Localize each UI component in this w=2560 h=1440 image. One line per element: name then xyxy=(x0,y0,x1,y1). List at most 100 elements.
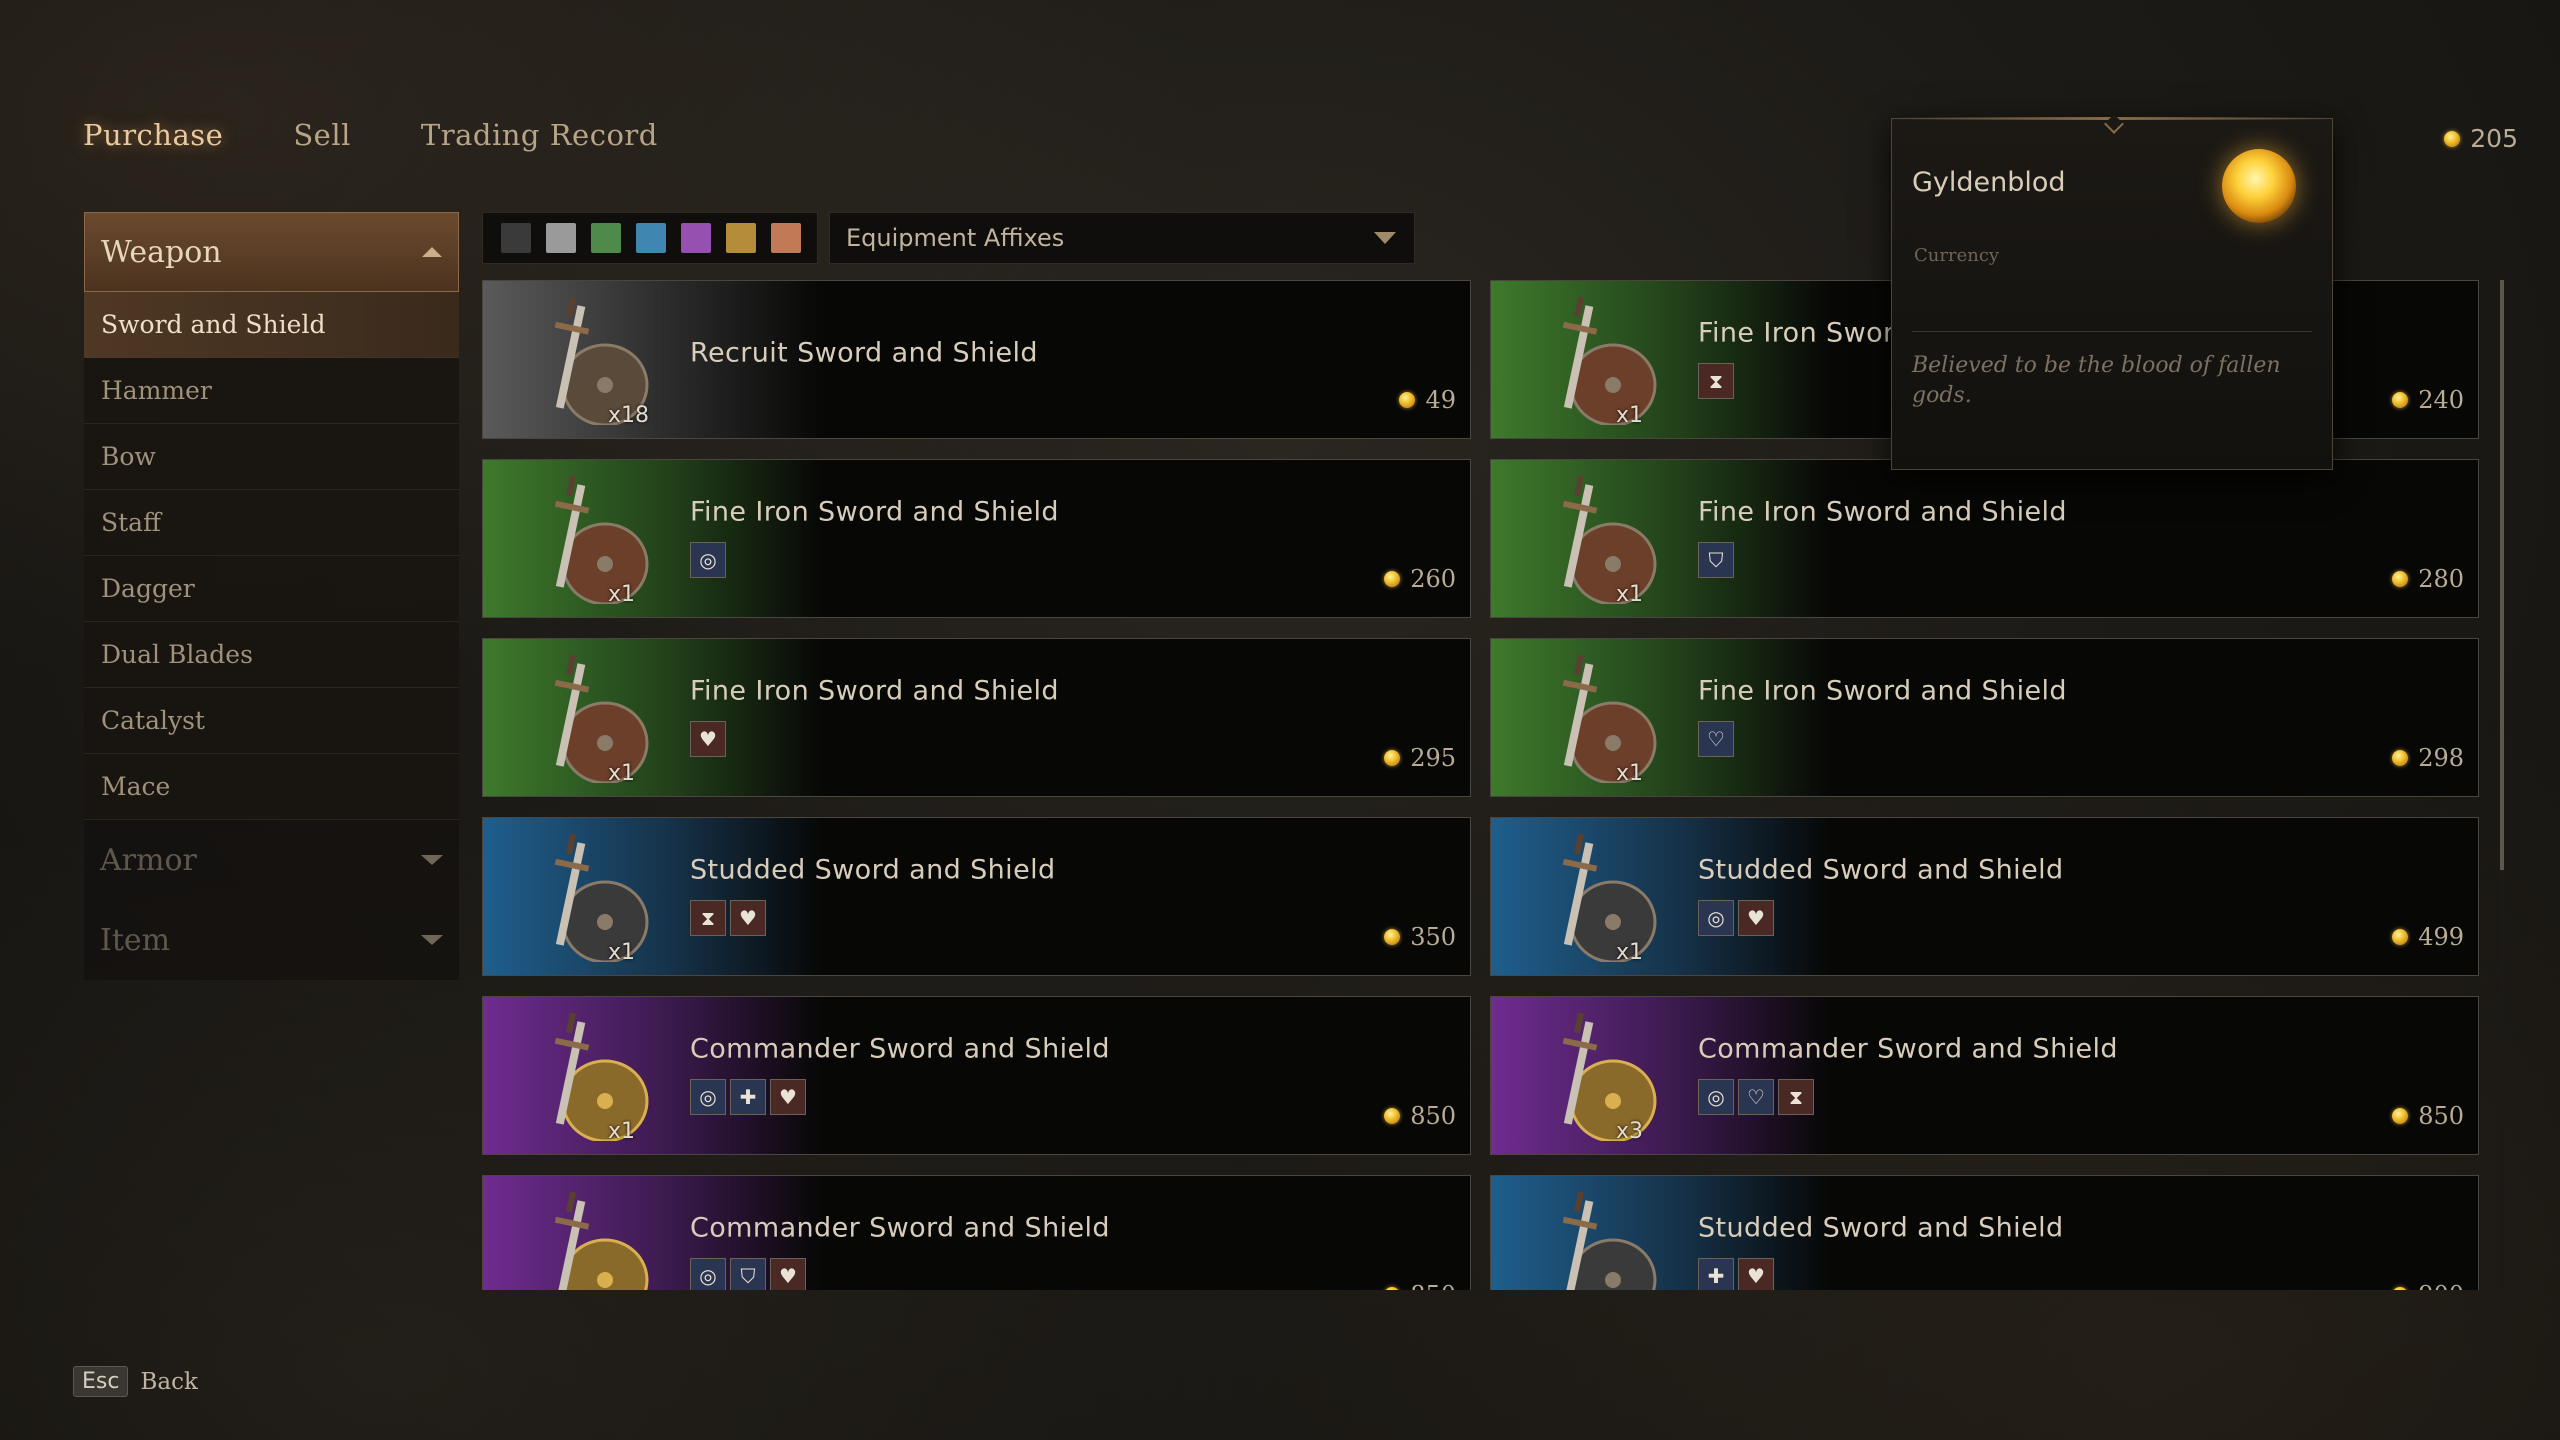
item-card[interactable]: x1 Studded Sword and Shield ⧗ ♥ 350 xyxy=(482,817,1471,976)
equipment-affixes-dropdown[interactable]: Equipment Affixes xyxy=(829,212,1415,264)
heart-sword-icon: ♥ xyxy=(690,721,726,757)
currency-amount: 205 xyxy=(2470,124,2518,153)
sidebar-item-sword-and-shield[interactable]: Sword and Shield xyxy=(84,292,459,358)
item-price-value: 850 xyxy=(1410,1281,1456,1290)
gold-coin-icon xyxy=(2392,392,2409,408)
item-price: 260 xyxy=(1384,565,1456,593)
target-icon: ◎ xyxy=(690,1258,726,1290)
item-affixes: ♥ xyxy=(690,721,726,757)
category-weapon[interactable]: Weapon xyxy=(84,212,459,292)
sidebar-item-catalyst[interactable]: Catalyst xyxy=(84,688,459,754)
rarity-filter-swatch[interactable] xyxy=(681,223,711,253)
item-card[interactable]: x1 Fine Iron Sword and Shield ♥ 295 xyxy=(482,638,1471,797)
item-card[interactable]: Commander Sword and Shield ◎⛉♥ 850 xyxy=(482,1175,1471,1290)
tooltip-title: Gyldenblod xyxy=(1912,167,2066,198)
sidebar-item-mace[interactable]: Mace xyxy=(84,754,459,820)
category-item[interactable]: Item xyxy=(84,900,459,980)
item-affixes: ♡ xyxy=(1698,721,1734,757)
item-price-value: 499 xyxy=(2418,923,2464,951)
gold-coin-icon xyxy=(2392,929,2409,945)
equipment-affixes-label: Equipment Affixes xyxy=(846,224,1065,252)
gold-coin-icon xyxy=(1384,750,1401,766)
category-sidebar: Weapon Sword and Shield Hammer Bow Staff Dag… xyxy=(84,212,459,980)
item-affixes: ◎ ♡ ⧗ xyxy=(1698,1079,1814,1115)
top-tabs: Purchase Sell Trading Record xyxy=(83,118,728,152)
item-card[interactable]: x1 Fine Iron Sword and Shield ◎ 260 xyxy=(482,459,1471,618)
grid-scrollbar[interactable] xyxy=(2500,280,2504,1292)
item-affixes: ✚ ♥ xyxy=(1698,1258,1774,1290)
item-price-value: 298 xyxy=(2418,744,2464,772)
item-thumbnail: x1 xyxy=(483,460,823,617)
rarity-filter-swatch[interactable] xyxy=(726,223,756,253)
item-quantity: x1 xyxy=(1616,582,1644,607)
sidebar-item-bow[interactable]: Bow xyxy=(84,424,459,490)
item-card[interactable]: x1 Studded Sword and Shield ◎ ♥ 499 xyxy=(1490,817,2479,976)
gold-coin-icon xyxy=(2392,571,2409,587)
shield-icon: ⛉ xyxy=(1698,542,1734,578)
item-affixes: ⧗ ♥ xyxy=(690,900,766,936)
item-affixes: ◎ xyxy=(690,542,726,578)
item-quantity: x1 xyxy=(1616,940,1644,965)
chevron-up-icon xyxy=(422,247,442,257)
heartbeat-icon: ♥ xyxy=(1738,900,1774,936)
heartbeat-icon: ♥ xyxy=(730,900,766,936)
category-armor-label: Armor xyxy=(100,842,197,878)
item-name: Studded Sword and Shield xyxy=(1698,1212,2064,1244)
sidebar-item-dagger[interactable]: Dagger xyxy=(84,556,459,622)
rarity-filter-swatch[interactable] xyxy=(546,223,576,253)
sidebar-item-staff[interactable]: Staff xyxy=(84,490,459,556)
dropdown-arrow-icon xyxy=(1374,232,1396,244)
item-quantity: x1 xyxy=(1616,403,1644,428)
item-card[interactable]: Studded Sword and Shield ✚♥ 900 xyxy=(1490,1175,2479,1290)
item-quantity: x1 xyxy=(608,940,636,965)
rarity-filter-swatch[interactable] xyxy=(636,223,666,253)
item-quantity: x1 xyxy=(608,1119,636,1144)
tab-purchase[interactable]: Purchase xyxy=(83,118,223,152)
item-name: Fine Iron Sword and Shield xyxy=(690,496,1059,528)
gold-coin-icon xyxy=(2392,1287,2409,1290)
item-affixes: ⛉ xyxy=(1698,542,1734,578)
item-name: Studded Sword and Shield xyxy=(1698,854,2064,886)
heart-icon: ♡ xyxy=(1698,721,1734,757)
item-name: Fine Iron Sword and Shield xyxy=(1698,675,2067,707)
rarity-filter-swatch[interactable] xyxy=(501,223,531,253)
scrollbar-thumb[interactable] xyxy=(2500,280,2504,870)
item-affixes: ◎ ✚ ♥ xyxy=(690,1079,806,1115)
item-thumbnail: x1 xyxy=(483,818,823,975)
item-card[interactable]: x1 Fine Iron Sword and Shield ⛉ 280 xyxy=(1490,459,2479,618)
item-quantity: x1 xyxy=(1616,761,1644,786)
item-price-value: 260 xyxy=(1410,565,1456,593)
sidebar-item-hammer[interactable]: Hammer xyxy=(84,358,459,424)
item-quantity: x18 xyxy=(608,403,650,428)
sword-and-shield-icon xyxy=(533,1190,653,1290)
tab-sell[interactable]: Sell xyxy=(293,118,351,152)
chevron-down-icon xyxy=(421,935,443,945)
item-card[interactable]: x3 Commander Sword and Shield ◎ ♡ ⧗ 850 xyxy=(1490,996,2479,1155)
item-price: 295 xyxy=(1384,744,1456,772)
item-thumbnail: x1 xyxy=(1491,281,1831,438)
item-price: 850 xyxy=(1384,1281,1456,1290)
item-price: 298 xyxy=(2392,744,2464,772)
item-thumbnail: x1 xyxy=(1491,818,1831,975)
gold-coin-icon xyxy=(2392,750,2409,766)
rarity-filter-swatch[interactable] xyxy=(771,223,801,253)
heart-plus-icon: ✚ xyxy=(1698,1258,1734,1290)
chevron-down-icon xyxy=(421,855,443,865)
item-price: 850 xyxy=(1384,1102,1456,1130)
item-card[interactable]: x18 Recruit Sword and Shield 49 xyxy=(482,280,1471,439)
sidebar-item-dual-blades[interactable]: Dual Blades xyxy=(84,622,459,688)
item-name: Commander Sword and Shield xyxy=(690,1212,1110,1244)
back-label[interactable]: Back xyxy=(140,1369,197,1395)
category-armor[interactable]: Armor xyxy=(84,820,459,900)
heart-sword-icon: ♥ xyxy=(770,1079,806,1115)
item-thumbnail: x3 xyxy=(1491,997,1831,1154)
hourglass-icon: ⧗ xyxy=(1778,1079,1814,1115)
item-card[interactable]: x1 Commander Sword and Shield ◎ ✚ ♥ 850 xyxy=(482,996,1471,1155)
item-price: 240 xyxy=(2392,386,2464,414)
item-card[interactable]: x1 Fine Iron Sword and Shield ♡ 298 xyxy=(1490,638,2479,797)
item-name: Recruit Sword and Shield xyxy=(690,337,1038,369)
category-weapon-label: Weapon xyxy=(101,234,222,270)
tab-trading-record[interactable]: Trading Record xyxy=(421,118,658,152)
esc-key[interactable]: Esc xyxy=(73,1366,129,1397)
rarity-filter-swatch[interactable] xyxy=(591,223,621,253)
